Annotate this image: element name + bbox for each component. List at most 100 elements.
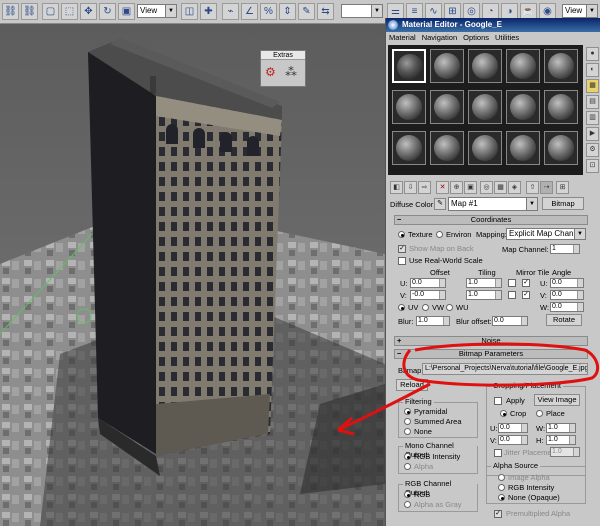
put-to-scene-icon[interactable]: ⇩ (404, 181, 417, 194)
sample-slot[interactable] (506, 49, 540, 83)
select-link-icon[interactable]: ⛓ (2, 3, 19, 20)
reload-button[interactable]: Reload (396, 379, 428, 391)
sample-slot-active[interactable] (392, 49, 426, 83)
sample-slot[interactable] (544, 49, 578, 83)
u-mirror-checkbox[interactable] (508, 279, 516, 287)
alpha-rgb-intensity-radio[interactable] (498, 484, 505, 491)
map-channel-spinner[interactable]: 1 (550, 244, 580, 254)
backlight-icon[interactable]: ◐ (586, 63, 599, 77)
u-offset-spinner[interactable]: 0.0 (410, 278, 446, 288)
sample-slot[interactable] (468, 90, 502, 124)
percent-snap-icon[interactable]: % (260, 3, 277, 20)
pick-material-icon[interactable]: ✎ (434, 198, 446, 210)
sample-slot[interactable] (430, 49, 464, 83)
bitmap-path-button[interactable]: L:\Personal_Projects\Nerva\tutorial\file… (422, 363, 588, 375)
crop-u-spinner[interactable]: 0.0 (498, 423, 528, 433)
extras-floater[interactable]: Extras ⚙ ⁂ (260, 50, 306, 87)
select-object-icon[interactable]: ▢ (42, 3, 59, 20)
menu-utilities[interactable]: Utilities (492, 32, 522, 44)
place-radio[interactable] (536, 410, 543, 417)
assign-to-selection-icon[interactable]: ⇨ (418, 181, 431, 194)
u-angle-spinner[interactable]: 0.0 (550, 278, 584, 288)
sample-slot[interactable] (392, 90, 426, 124)
environ-radio[interactable] (436, 231, 443, 238)
video-color-check-icon[interactable]: ▥ (586, 111, 599, 125)
u-tile-checkbox[interactable]: ✓ (522, 279, 530, 287)
premultiplied-alpha-checkbox[interactable]: ✓ (494, 510, 502, 518)
render-type-dropdown[interactable]: View ▼ (562, 4, 598, 18)
make-preview-icon[interactable]: ▶ (586, 127, 599, 141)
uv-radio[interactable] (398, 304, 405, 311)
snap-icon[interactable]: ⌁ (222, 3, 239, 20)
background-icon[interactable]: ▦ (586, 79, 599, 93)
rotate-icon[interactable]: ↻ (99, 3, 116, 20)
sample-type-icon[interactable]: ● (586, 47, 599, 61)
summed-area-radio[interactable] (404, 418, 411, 425)
blur-spinner[interactable]: 1.0 (416, 316, 450, 326)
manipulate-icon[interactable]: ✚ (200, 3, 217, 20)
named-selection-dropdown[interactable]: ▼ (341, 4, 383, 18)
reset-map-icon[interactable]: ✕ (436, 181, 449, 194)
mono-alpha-radio[interactable] (404, 463, 411, 470)
sample-slot[interactable] (544, 131, 578, 165)
snapshot-icon[interactable]: ⁂ (285, 64, 301, 80)
noise-rollout-header[interactable]: + Noise (394, 336, 588, 346)
unlink-icon[interactable]: ⛓ (21, 3, 38, 20)
mono-rgb-intensity-radio[interactable] (404, 453, 411, 460)
jitter-spinner[interactable]: 1.0 (550, 447, 580, 457)
pivot-icon[interactable]: ◫ (181, 3, 198, 20)
reference-coord-dropdown[interactable]: View ▼ (137, 4, 177, 18)
jitter-checkbox[interactable] (494, 449, 502, 457)
sample-slot[interactable] (506, 131, 540, 165)
u-tiling-spinner[interactable]: 1.0 (466, 278, 502, 288)
texture-radio[interactable] (398, 231, 405, 238)
crop-w-spinner[interactable]: 1.0 (546, 423, 576, 433)
sample-uv-tiling-icon[interactable]: ▤ (586, 95, 599, 109)
mapping-dropdown[interactable]: Explicit Map Channel ▼ (506, 228, 586, 240)
mirror-icon[interactable]: ⇆ (317, 3, 334, 20)
none-opaque-radio[interactable] (498, 494, 505, 501)
material-effects-channel-icon[interactable]: ◎ (480, 181, 493, 194)
perspective-viewport[interactable] (0, 24, 385, 526)
angle-snap-icon[interactable]: ∠ (241, 3, 258, 20)
move-icon[interactable]: ✥ (80, 3, 97, 20)
options-icon[interactable]: ⚙ (586, 143, 599, 157)
w-angle-spinner[interactable]: 0.0 (550, 302, 584, 312)
coordinates-rollout-header[interactable]: − Coordinates (394, 215, 588, 225)
crop-h-spinner[interactable]: 1.0 (546, 435, 576, 445)
wu-radio[interactable] (446, 304, 453, 311)
v-mirror-checkbox[interactable] (508, 291, 516, 299)
bitmap-parameters-rollout-header[interactable]: − Bitmap Parameters (394, 349, 588, 359)
v-tiling-spinner[interactable]: 1.0 (466, 290, 502, 300)
sample-slot[interactable] (468, 49, 502, 83)
material-map-navigator-icon[interactable]: ⊞ (556, 181, 569, 194)
rgb-radio[interactable] (404, 491, 411, 498)
show-map-on-back-checkbox[interactable]: ✓ (398, 245, 406, 253)
select-by-material-icon[interactable]: ⊡ (586, 159, 599, 173)
v-tile-checkbox[interactable]: ✓ (522, 291, 530, 299)
go-to-parent-icon[interactable]: ⇧ (526, 181, 539, 194)
apply-checkbox[interactable] (494, 397, 502, 405)
menu-material[interactable]: Material (386, 32, 419, 44)
scale-icon[interactable]: ▣ (118, 3, 135, 20)
spinner-snap-icon[interactable]: ⇕ (279, 3, 296, 20)
pyramidal-radio[interactable] (404, 408, 411, 415)
sample-slot[interactable] (430, 90, 464, 124)
vw-radio[interactable] (422, 304, 429, 311)
sample-slot[interactable] (392, 131, 426, 165)
rotate-button[interactable]: Rotate (546, 314, 582, 326)
get-material-icon[interactable]: ◧ (390, 181, 403, 194)
real-world-scale-checkbox[interactable] (398, 257, 406, 265)
put-to-library-icon[interactable]: ▣ (464, 181, 477, 194)
v-angle-spinner[interactable]: 0.0 (550, 290, 584, 300)
show-end-result-icon[interactable]: ◈ (508, 181, 521, 194)
show-map-in-viewport-icon[interactable]: ▦ (494, 181, 507, 194)
menu-options[interactable]: Options (460, 32, 492, 44)
crop-radio[interactable] (500, 410, 507, 417)
sample-slot[interactable] (506, 90, 540, 124)
named-selection-icon[interactable]: ✎ (298, 3, 315, 20)
select-region-icon[interactable]: ⬚ (61, 3, 78, 20)
array-icon[interactable]: ⚙ (265, 64, 281, 80)
crop-v-spinner[interactable]: 0.0 (498, 435, 528, 445)
make-unique-icon[interactable]: ⊕ (450, 181, 463, 194)
